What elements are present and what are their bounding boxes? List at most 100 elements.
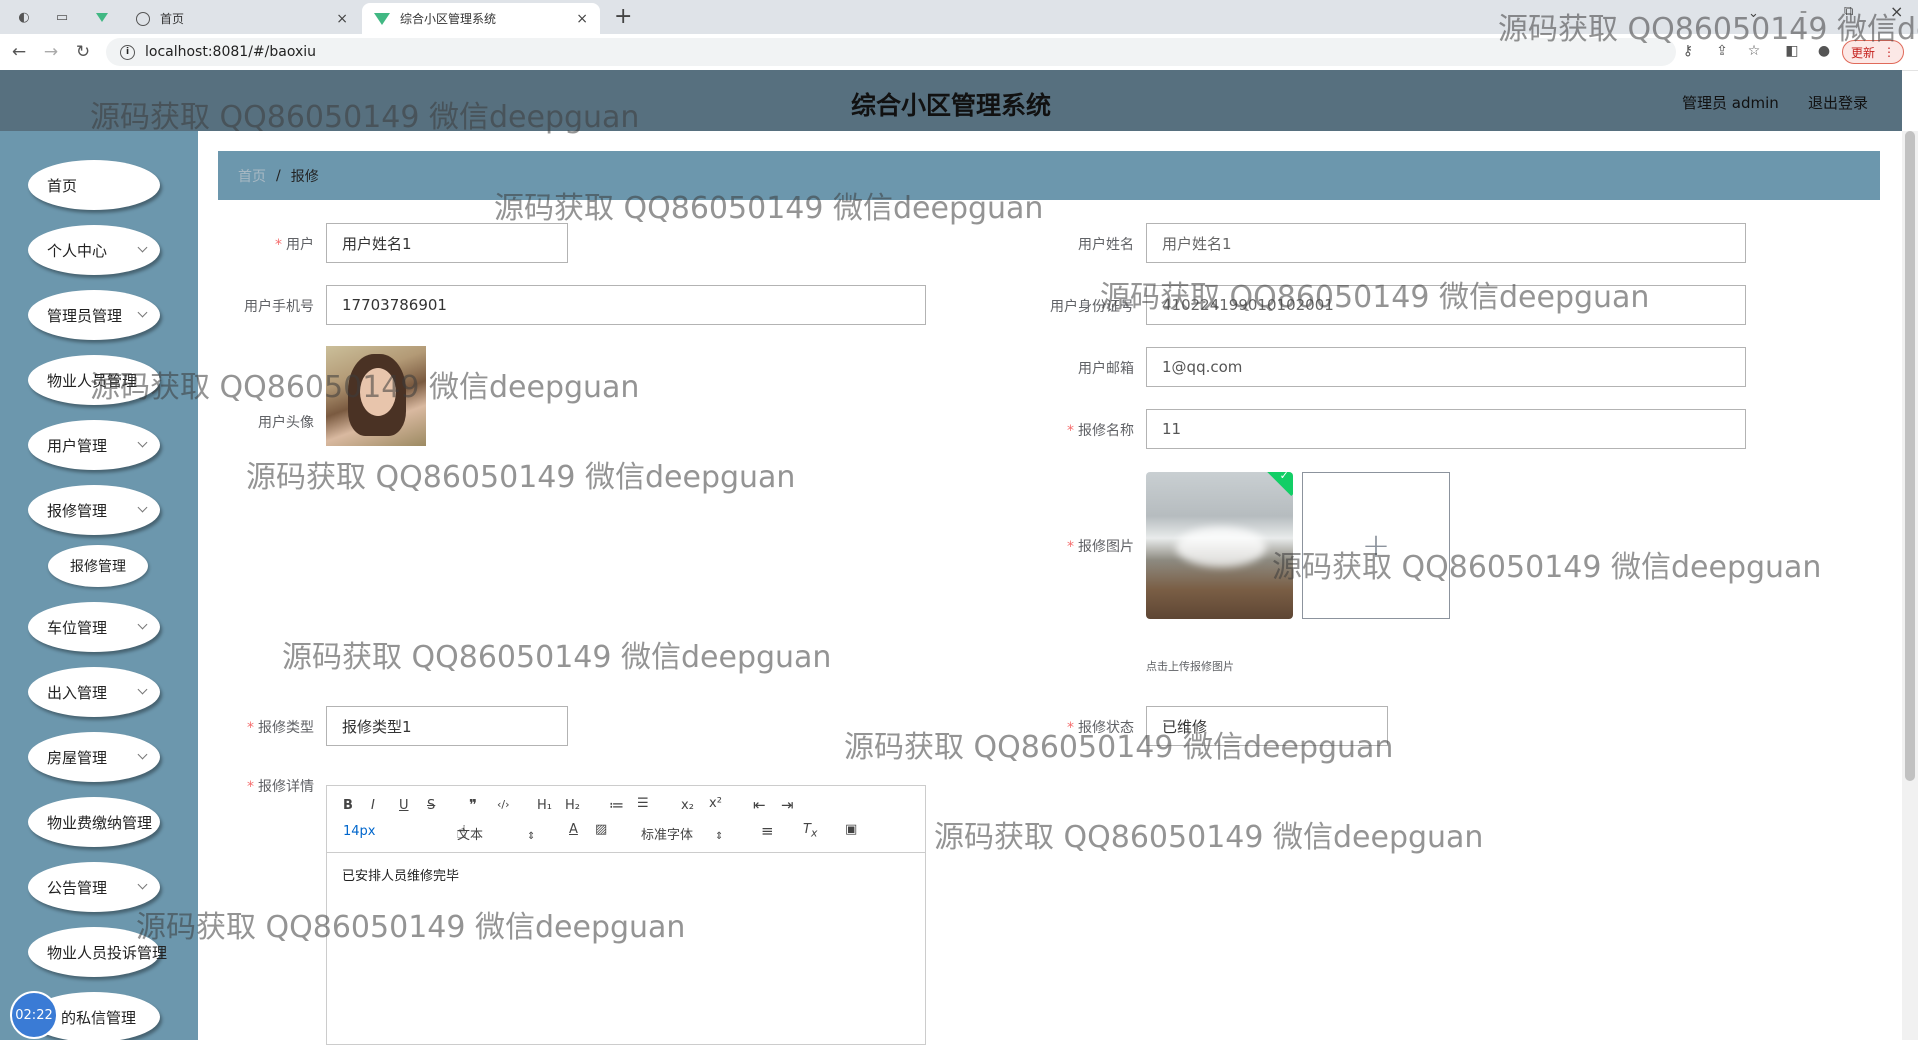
update-button[interactable]: 更新 ⋮ [1842,40,1904,64]
italic-button[interactable]: I [371,798,375,813]
user-input[interactable]: 用户姓名1 [326,223,568,263]
breadcrumb-separator: / [276,167,281,184]
chevron-down-icon [137,242,148,253]
email-input[interactable]: 1@qq.com [1146,347,1746,387]
clear-format-icon[interactable]: Tx [803,822,817,840]
editor-content[interactable]: 已安排人员维修完毕 [327,853,925,896]
sidebar-item-staff[interactable]: 物业人员管理 [28,355,160,405]
sidebar-item-admin[interactable]: 管理员管理 [28,290,160,340]
profile-icon[interactable]: ● [1814,43,1834,61]
browser-tab-active[interactable]: 综合小区管理系统 × [362,3,600,34]
sidebar-item-label: 物业费缴纳管理 [47,813,153,832]
align-left-icon[interactable]: ≡ [761,822,774,840]
font-family-value: 标准字体 [641,828,694,843]
email-label: 用户邮箱 [1078,361,1134,377]
sidebar-item-complaints[interactable]: 物业人员投诉管理 [28,927,167,977]
sidebar-item-notices[interactable]: 公告管理 [28,862,160,912]
select-arrows-icon: ⇕ [527,831,536,842]
label-text: 报修详情 [258,779,314,795]
repair-type-input[interactable]: 报修类型1 [326,706,568,746]
site-info-icon[interactable]: i [120,44,135,60]
sidebar-item-label: 出入管理 [47,683,108,702]
sidebar-item-fees[interactable]: 物业费缴纳管理 [28,797,160,847]
sidebar-item-label: 的私信管理 [61,1008,137,1027]
share-icon[interactable]: ⇪ [1712,43,1732,61]
globe-icon [136,11,150,26]
update-label: 更新 [1850,45,1875,60]
repair-detail-label: * 报修详情 [218,776,314,796]
breadcrumb-home[interactable]: 首页 [238,166,266,186]
forward-icon[interactable]: → [40,42,62,62]
subscript-button[interactable]: x₂ [681,798,694,813]
underline-button[interactable]: U [399,798,409,813]
reload-icon[interactable]: ↻ [72,42,94,62]
font-color-icon[interactable]: A [569,822,578,837]
required-mark: * [247,720,254,736]
superscript-button[interactable]: x² [709,796,722,811]
repair-status-input[interactable]: 已维修 [1146,706,1388,746]
sidebar-item-profile[interactable]: 个人中心 [28,225,160,275]
bookmark-star-icon[interactable]: ☆ [1744,43,1764,61]
sidebar-item-label: 用户管理 [47,436,108,455]
sidebar-item-parking[interactable]: 车位管理 [28,602,160,652]
tab-title: 综合小区管理系统 [400,12,497,26]
label-text: 用户 [286,237,314,253]
chevron-down-icon [137,879,148,890]
label-text: 报修图片 [1078,539,1134,555]
minimize-icon[interactable]: – [1800,4,1807,20]
repair-name-input[interactable]: 11 [1146,409,1746,449]
bullet-list-button[interactable]: ☰ [637,796,649,811]
chevron-down-icon [137,749,148,760]
window-close-icon[interactable]: × [1890,2,1903,21]
idcard-input[interactable]: 410224199010102001 [1146,285,1746,325]
sidebar-item-label: 物业人员投诉管理 [47,943,168,962]
phone-label: 用户手机号 [244,299,314,315]
sidebar-item-home[interactable]: 首页 [28,160,160,210]
restore-icon[interactable]: ⧉ [1844,4,1853,19]
repair-image-thumbnail[interactable]: ✓ [1146,472,1293,619]
required-mark: * [1067,720,1074,736]
pinned-tab-icon[interactable]: ▭ [48,6,76,28]
label-text: 报修名称 [1078,423,1134,439]
h1-button[interactable]: H₁ [537,798,552,813]
background-color-icon[interactable]: ▨ [595,822,607,837]
strike-button[interactable]: S [427,798,435,813]
format-select[interactable]: 文本 ⇕ [457,824,535,843]
code-block-button[interactable]: ‹/› [497,798,510,811]
close-tab-icon[interactable]: × [576,11,588,27]
tab-search-icon[interactable]: ⌄ [1748,6,1759,21]
back-icon[interactable]: ← [8,42,30,62]
sidebar-item-users[interactable]: 用户管理 [28,420,160,470]
close-tab-icon[interactable]: × [336,11,348,27]
key-icon[interactable]: ⚷ [1678,43,1698,61]
font-size-select[interactable]: 14px [343,824,376,839]
upload-tip: 点击上传报修图片 [1146,660,1234,673]
url-field[interactable]: i localhost:8081/#/baoxiu [106,38,1676,66]
pinned-tab-vue-icon[interactable] [88,6,116,28]
upload-image-button[interactable]: + [1302,472,1450,619]
upload-success-icon: ✓ [1262,472,1293,497]
sidebar-subitem-repair[interactable]: 报修管理 [48,545,148,587]
indent-button[interactable]: ⇥ [781,796,794,814]
sidebar-item-housing[interactable]: 房屋管理 [28,732,160,782]
font-family-select[interactable]: 标准字体 ⇕ [641,824,723,843]
bold-button[interactable]: B [343,798,353,813]
insert-image-icon[interactable]: ▣ [845,822,857,837]
blockquote-button[interactable]: ❞ [469,796,477,814]
phone-input[interactable]: 17703786901 [326,285,926,325]
browser-tab-home[interactable]: 首页 × [124,3,360,34]
logout-link[interactable]: 退出登录 [1808,92,1868,113]
h2-button[interactable]: H₂ [565,798,580,813]
required-mark: * [247,779,254,795]
sidebar-item-access[interactable]: 出入管理 [28,667,160,717]
scrollbar-thumb[interactable] [1905,131,1915,781]
repair-status-label: * 报修状态 [1036,717,1134,737]
ordered-list-button[interactable]: ≔ [609,796,624,814]
username-input[interactable]: 用户姓名1 [1146,223,1746,263]
pinned-tab-icon[interactable]: ◐ [10,6,38,28]
new-tab-button[interactable]: + [614,4,632,29]
sidebar-item-label: 报修管理 [47,501,108,520]
sidebar-item-repair[interactable]: 报修管理 [28,485,160,535]
outdent-button[interactable]: ⇤ [753,796,766,814]
side-panel-icon[interactable]: ◧ [1782,43,1802,61]
